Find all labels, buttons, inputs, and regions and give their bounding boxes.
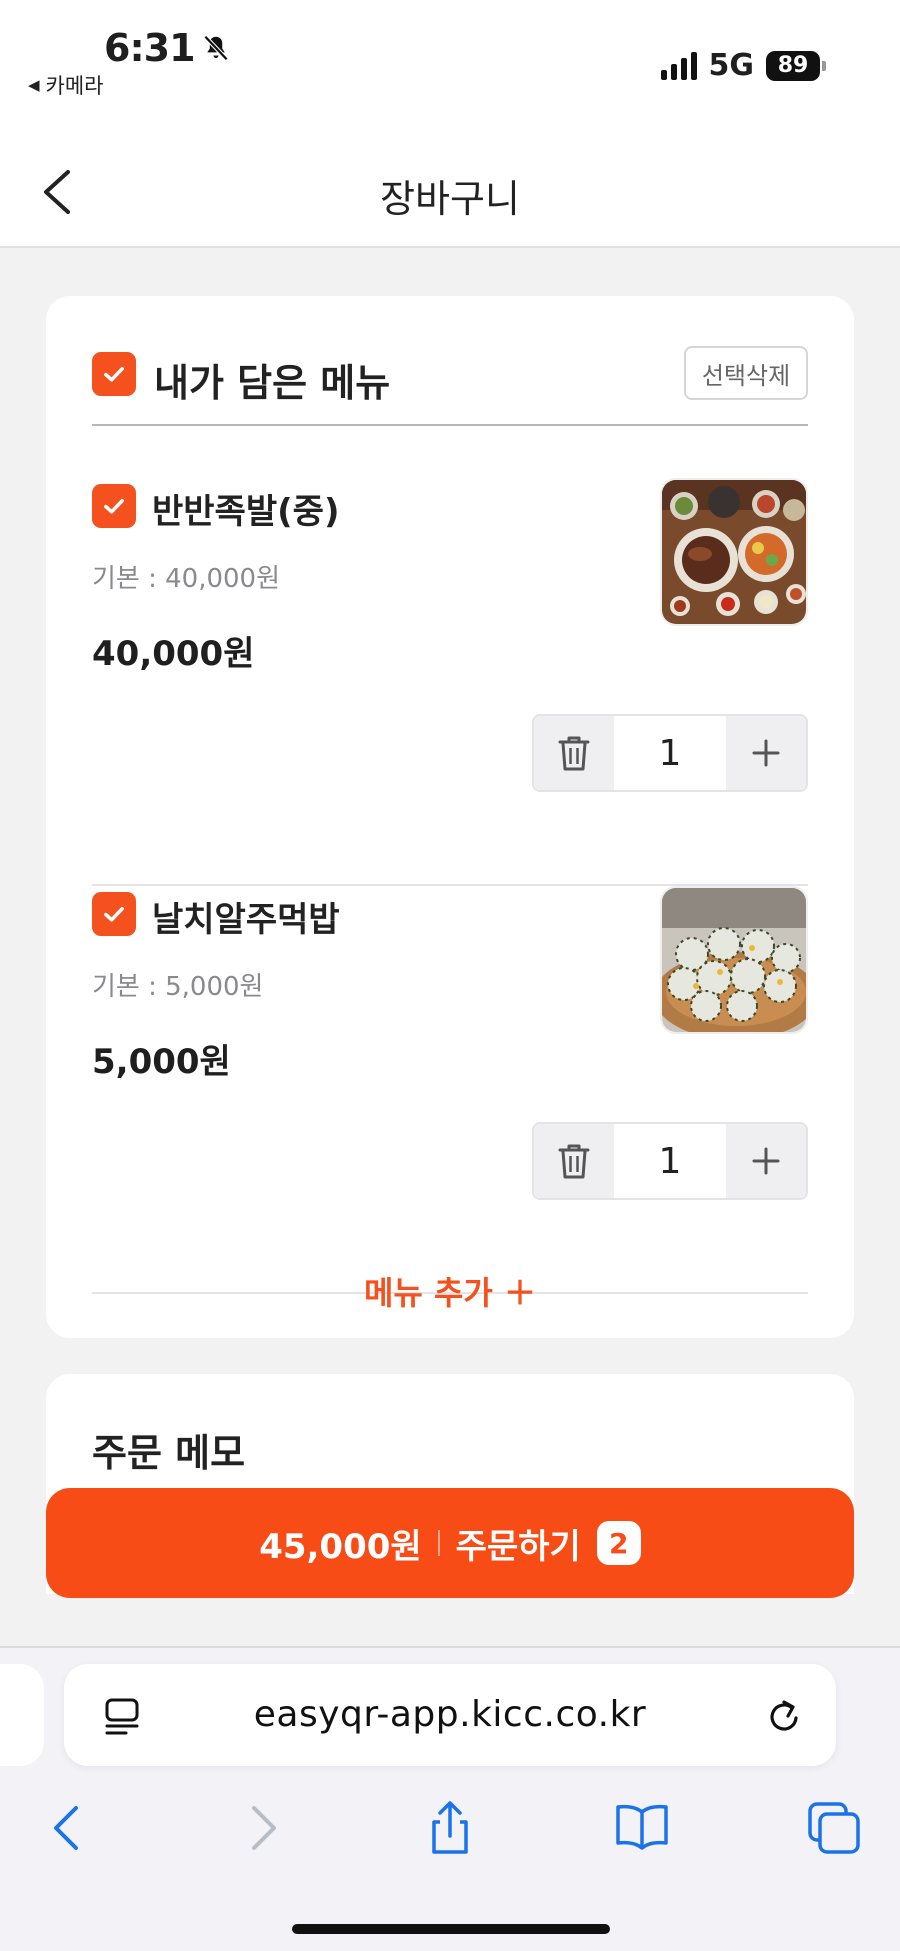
network-label: 5G [708, 48, 755, 83]
item-checkbox[interactable] [92, 484, 136, 528]
browser-toolbar: easyqr-app.kicc.co.kr [0, 1646, 900, 1951]
share-icon[interactable] [420, 1798, 480, 1858]
quantity-stepper: 1 [532, 1122, 808, 1200]
item-price: 40,000원 [92, 634, 255, 674]
order-button[interactable]: 45,000원 주문하기 2 [46, 1488, 854, 1598]
silent-bell-icon [203, 35, 228, 61]
check-icon [104, 907, 124, 922]
back-to-app[interactable]: ◀ 카메라 [28, 70, 104, 100]
trash-icon [558, 1144, 590, 1179]
back-app-label: 카메라 [45, 74, 104, 98]
plus-icon [752, 1147, 780, 1175]
memo-title: 주문 메모 [92, 1431, 246, 1475]
forward-nav-icon[interactable] [232, 1798, 292, 1858]
quantity-stepper: 1 [532, 714, 808, 792]
status-time-text: 6:31 [104, 26, 196, 70]
add-menu-button[interactable]: 메뉴 추가 ＋ [46, 1268, 854, 1314]
cart-title: 내가 담은 메뉴 [154, 361, 391, 405]
item-base-price: 기본 : 5,000원 [92, 972, 264, 1002]
cart-item: 반반족발(중) 기본 : 40,000원 40,000원 1 [92, 478, 808, 886]
item-price: 5,000원 [92, 1042, 231, 1082]
quantity-value: 1 [658, 732, 682, 774]
reload-icon[interactable] [762, 1694, 806, 1738]
top-header-area: 6:31 ◀ 카메라 5G 89 장바구니 [0, 0, 900, 248]
food-photo-rice-balls [660, 886, 808, 1034]
signal-icon [660, 51, 697, 80]
food-photo-jokbal [660, 478, 808, 626]
order-total: 45,000원 [259, 1526, 422, 1567]
home-indicator [292, 1924, 610, 1934]
cart-card: 내가 담은 메뉴 선택삭제 반반족발(중) 기본 : 40,000원 40,00… [46, 296, 854, 1338]
back-triangle-icon: ◀ [28, 76, 40, 94]
url-text: easyqr-app.kicc.co.kr [253, 1694, 647, 1735]
item-name: 날치알주먹밥 [152, 900, 340, 940]
check-icon [104, 499, 124, 514]
item-checkbox[interactable] [92, 892, 136, 936]
item-name: 반반족발(중) [152, 492, 340, 532]
address-bar[interactable]: easyqr-app.kicc.co.kr [64, 1664, 836, 1766]
item-count-badge: 2 [596, 1521, 641, 1565]
select-all-checkbox[interactable] [92, 352, 136, 396]
quantity-value: 1 [658, 1140, 682, 1182]
order-label: 주문하기 [455, 1526, 581, 1567]
status-indicators: 5G 89 [660, 48, 826, 83]
bookmarks-icon[interactable] [612, 1798, 672, 1858]
divider [437, 1530, 440, 1556]
trash-icon [558, 736, 590, 771]
increase-quantity-button[interactable] [726, 716, 806, 790]
battery-icon: 89 [766, 50, 826, 81]
cart-item: 날치알주먹밥 기본 : 5,000원 5,000원 1 [92, 886, 808, 1294]
tabs-icon[interactable] [804, 1798, 864, 1858]
remove-item-button[interactable] [534, 716, 614, 790]
item-base-price: 기본 : 40,000원 [92, 564, 281, 594]
check-icon [104, 367, 124, 382]
previous-tab-peek[interactable] [0, 1664, 44, 1766]
back-nav-icon[interactable] [38, 1798, 98, 1858]
increase-quantity-button[interactable] [726, 1124, 806, 1198]
remove-item-button[interactable] [534, 1124, 614, 1198]
plus-icon [752, 739, 780, 767]
cart-card-header: 내가 담은 메뉴 선택삭제 [92, 346, 808, 426]
delete-selected-button[interactable]: 선택삭제 [684, 346, 808, 400]
status-time: 6:31 [104, 26, 231, 70]
page-title: 장바구니 [380, 177, 520, 221]
battery-level: 89 [777, 53, 809, 78]
